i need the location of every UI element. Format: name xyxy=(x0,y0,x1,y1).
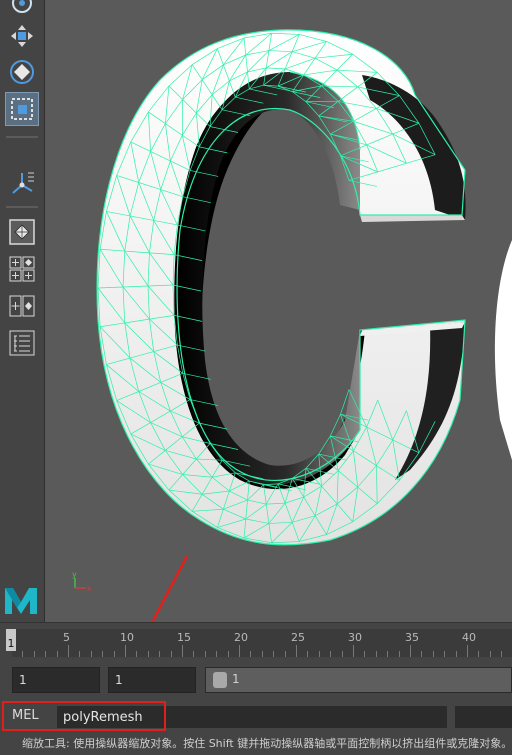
toolbox xyxy=(0,0,45,622)
soft-select-icon[interactable] xyxy=(5,166,39,200)
timeline-tick-label: 5 xyxy=(63,631,70,644)
timeline-tick xyxy=(159,651,161,657)
timeline-tick xyxy=(216,651,218,657)
axis-gizmo: y x xyxy=(72,570,92,593)
timeline-tick xyxy=(22,651,24,657)
timeline-tick xyxy=(250,651,252,657)
timeline-tick-label: 15 xyxy=(177,631,191,644)
timeline-tick xyxy=(501,651,503,657)
timeline-tick xyxy=(478,651,480,657)
move-tool-icon[interactable] xyxy=(5,19,39,53)
single-perspective-layout-icon[interactable] xyxy=(5,215,39,249)
timeline-tick xyxy=(68,645,69,657)
timeline-tick xyxy=(387,651,389,657)
annotation-arrow xyxy=(150,555,189,622)
timeline-tick xyxy=(113,651,115,657)
timeline-tick-label: 35 xyxy=(405,631,419,644)
timeline-tick xyxy=(56,651,58,657)
scale-diamond-tool-icon[interactable] xyxy=(5,55,39,89)
timeline-tick xyxy=(227,651,229,657)
timeline-tick-label: 25 xyxy=(291,631,305,644)
toolbox-separator xyxy=(6,206,38,208)
timeline-tick xyxy=(79,651,81,657)
timeline-tick-label: 20 xyxy=(234,631,248,644)
timeline-tick xyxy=(193,651,195,657)
timeline-tick xyxy=(489,651,491,657)
timeline-tick xyxy=(284,651,286,657)
playback-start-field[interactable]: 1 xyxy=(108,667,196,693)
timeline-tick xyxy=(341,651,343,657)
timeline-tick xyxy=(330,651,332,657)
axis-y-label: y xyxy=(72,570,77,579)
timeline-tick xyxy=(261,651,263,657)
axis-x-label: x xyxy=(87,584,92,593)
timeline-tick xyxy=(421,651,423,657)
timeline-tick xyxy=(444,651,446,657)
maya-logo-icon xyxy=(3,583,39,617)
four-view-layout-icon[interactable] xyxy=(5,252,39,286)
timeline-tick xyxy=(33,651,35,657)
help-line: 缩放工具: 使用操纵器缩放对象。按住 Shift 键并拖动操纵器轴或平面控制柄以… xyxy=(0,733,512,755)
timeline-tick xyxy=(170,651,172,657)
timeline-tick xyxy=(136,651,138,657)
timeline-tick xyxy=(432,651,434,657)
timeline-tick-label: 40 xyxy=(462,631,476,644)
timeline-tick xyxy=(296,645,297,657)
animation-start-field[interactable]: 1 xyxy=(12,667,100,693)
timeline-tick xyxy=(398,651,400,657)
timeline-tick-label: 10 xyxy=(120,631,134,644)
current-frame-marker[interactable]: 1 xyxy=(6,629,16,651)
mel-command-input[interactable] xyxy=(57,706,447,728)
rotate-tool-icon[interactable] xyxy=(5,0,39,20)
toolbox-separator xyxy=(6,136,38,138)
timeline-tick xyxy=(364,651,366,657)
timeline-tick xyxy=(307,651,309,657)
timeline-tick xyxy=(375,651,377,657)
range-slider-label: 1 xyxy=(232,672,240,686)
timeline-tick xyxy=(102,651,104,657)
timeline-tick xyxy=(182,645,183,657)
timeline-tick-label: 30 xyxy=(348,631,362,644)
timeline-tick xyxy=(467,645,468,657)
timeline-tick xyxy=(410,645,411,657)
command-result-field xyxy=(455,706,512,728)
time-slider[interactable]: 5 10 15 20 25 30 35 40 1 xyxy=(0,622,512,661)
letter-c-mesh: y x xyxy=(72,29,512,622)
outliner-layout-icon[interactable] xyxy=(5,326,39,360)
range-slider[interactable]: 1 xyxy=(205,667,512,693)
two-view-layout-icon[interactable] xyxy=(5,289,39,323)
viewport[interactable]: y x xyxy=(45,0,512,622)
timeline-tick xyxy=(45,651,47,657)
timeline-tick xyxy=(125,645,126,657)
command-line: MEL xyxy=(0,700,512,732)
timeline-tick xyxy=(204,651,206,657)
mel-language-toggle[interactable]: MEL xyxy=(12,706,56,726)
range-slider-handle[interactable] xyxy=(213,672,227,688)
timeline-tick xyxy=(147,651,149,657)
timeline-ruler[interactable]: 5 10 15 20 25 30 35 40 xyxy=(12,629,512,657)
timeline-tick xyxy=(353,645,354,657)
scale-tool-icon[interactable] xyxy=(5,92,39,126)
timeline-tick xyxy=(273,651,275,657)
range-slider-bar: 1 1 1 xyxy=(0,661,512,699)
timeline-tick xyxy=(90,651,92,657)
timeline-tick xyxy=(455,651,457,657)
timeline-tick xyxy=(239,645,240,657)
timeline-tick xyxy=(318,651,320,657)
